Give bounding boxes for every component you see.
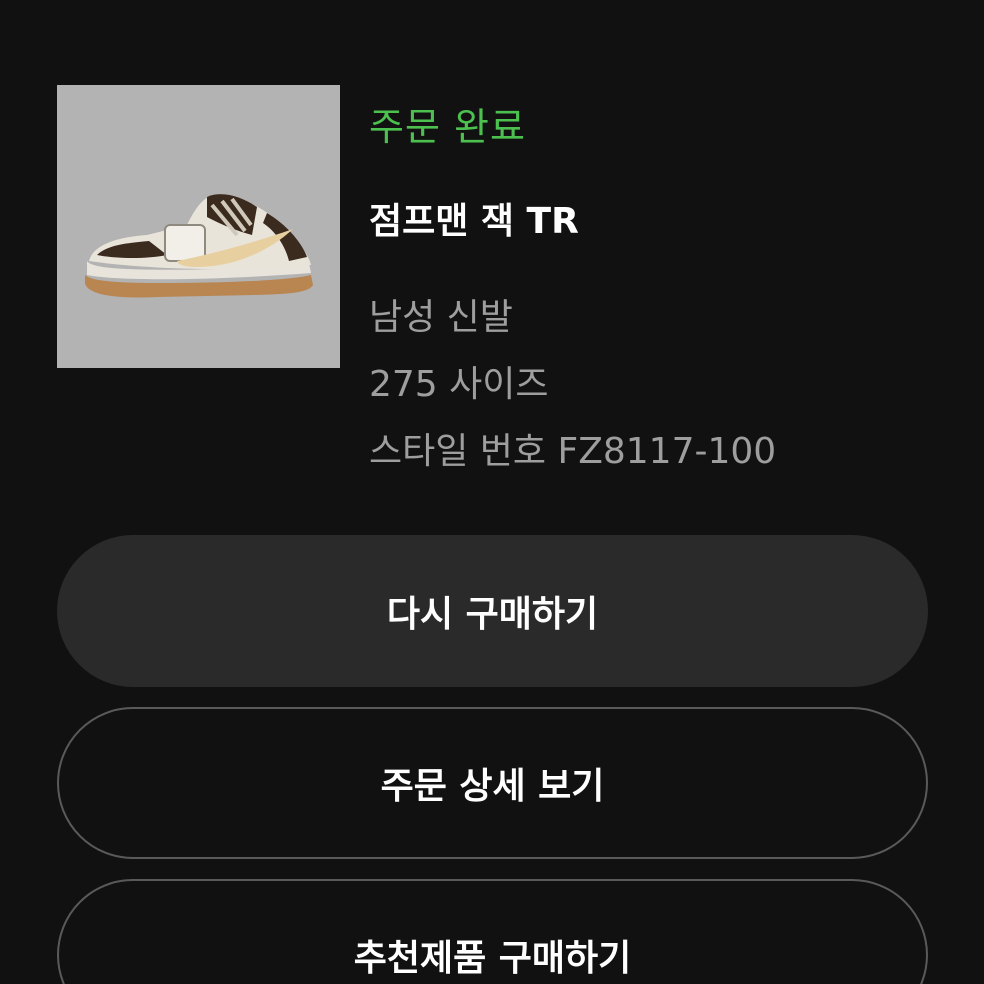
buy-again-label: 다시 구매하기 xyxy=(386,594,599,635)
product-image[interactable] xyxy=(57,85,340,368)
product-category: 남성 신발 xyxy=(369,297,513,338)
buy-recommended-button[interactable]: 추천제품 구매하기 xyxy=(57,879,928,984)
style-number: 스타일 번호 FZ8117-100 xyxy=(369,431,777,472)
buy-again-button[interactable]: 다시 구매하기 xyxy=(57,535,928,687)
buy-recommended-label: 추천제품 구매하기 xyxy=(353,938,632,979)
sneaker-icon xyxy=(57,85,340,368)
product-size: 275 사이즈 xyxy=(369,364,549,405)
order-complete-screen: 주문 완료 점프맨 잭 TR 남성 신발 275 사이즈 스타일 번호 FZ81… xyxy=(0,0,984,984)
order-status: 주문 완료 xyxy=(369,105,526,149)
order-detail-label: 주문 상세 보기 xyxy=(380,766,605,807)
order-detail-button[interactable]: 주문 상세 보기 xyxy=(57,707,928,859)
product-name[interactable]: 점프맨 잭 TR xyxy=(369,192,579,244)
